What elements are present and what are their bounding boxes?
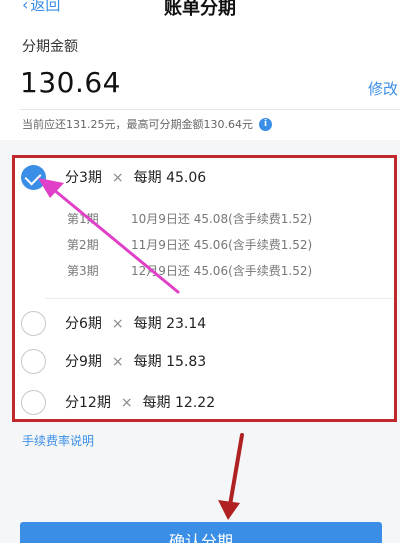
plan-per-amount: 23.14: [166, 316, 207, 332]
plan-option-12[interactable]: 分12期 × 每期 12.22: [15, 387, 394, 417]
schedule-row: 第1期 10月9日还 45.08(含手续费1.52): [67, 210, 312, 227]
plan-per-label: 每期: [133, 354, 162, 370]
plan-per-label: 每期: [133, 170, 162, 186]
plan-per-amount: 12.22: [175, 395, 216, 411]
modify-button[interactable]: 修改: [368, 78, 398, 99]
installment-options: 分3期 × 每期 45.06 第1期 10月9日还 45.08(含手续费1.52) 第…: [12, 155, 397, 422]
plan-per-label: 每期: [142, 395, 171, 411]
radio-checked-icon[interactable]: [21, 164, 46, 190]
amount-hint-text: 当前应还131.25元，最高可分期金额130.64元: [22, 118, 253, 131]
times-icon: ×: [111, 170, 124, 186]
amount-hint: 当前应还131.25元，最高可分期金额130.64元 i: [22, 116, 272, 132]
plan-option-9[interactable]: 分9期 × 每期 15.83: [15, 346, 394, 376]
schedule-period: 第2期: [67, 238, 99, 252]
schedule-period: 第3期: [67, 264, 99, 278]
plan-per-label: 每期: [133, 316, 162, 332]
confirm-installment-button[interactable]: 确认分期: [20, 522, 382, 543]
amount-card: 分期金额 130.64 修改 当前应还131.25元，最高可分期金额130.64…: [0, 22, 400, 140]
schedule-period: 第1期: [67, 212, 99, 226]
plan-label: 分3期: [65, 170, 102, 186]
schedule-row: 第2期 11月9日还 45.06(含手续费1.52): [67, 236, 312, 253]
plan-label: 分6期: [65, 316, 102, 332]
radio-icon[interactable]: [21, 389, 46, 415]
schedule-text: 11月9日还 45.06(含手续费1.52): [131, 238, 313, 252]
red-arrow-icon: [218, 433, 244, 520]
divider: [45, 298, 394, 299]
fee-rate-link[interactable]: 手续费率说明: [22, 432, 94, 449]
radio-icon[interactable]: [21, 310, 46, 336]
plan-per-amount: 15.83: [166, 354, 207, 370]
schedule-text: 12月9日还 45.06(含手续费1.52): [131, 264, 313, 278]
info-icon[interactable]: i: [258, 117, 272, 131]
plan-per-amount: 45.06: [166, 170, 207, 186]
times-icon: ×: [120, 395, 133, 411]
schedule-row: 第3期 12月9日还 45.06(含手续费1.52): [67, 262, 312, 279]
plan-option-3[interactable]: 分3期 × 每期 45.06: [15, 162, 394, 192]
nav-header: ‹ 返回 账单分期: [0, 0, 400, 22]
schedule-text: 10月9日还 45.08(含手续费1.52): [131, 212, 313, 226]
plan-option-6[interactable]: 分6期 × 每期 23.14: [15, 308, 394, 338]
plan-label: 分12期: [65, 395, 111, 411]
times-icon: ×: [111, 354, 124, 370]
amount-value: 130.64: [20, 66, 121, 99]
amount-label: 分期金额: [22, 39, 78, 55]
radio-icon[interactable]: [21, 348, 46, 374]
divider: [20, 109, 400, 110]
times-icon: ×: [111, 316, 124, 332]
page-title: 账单分期: [164, 0, 236, 19]
plan-label: 分9期: [65, 354, 102, 370]
